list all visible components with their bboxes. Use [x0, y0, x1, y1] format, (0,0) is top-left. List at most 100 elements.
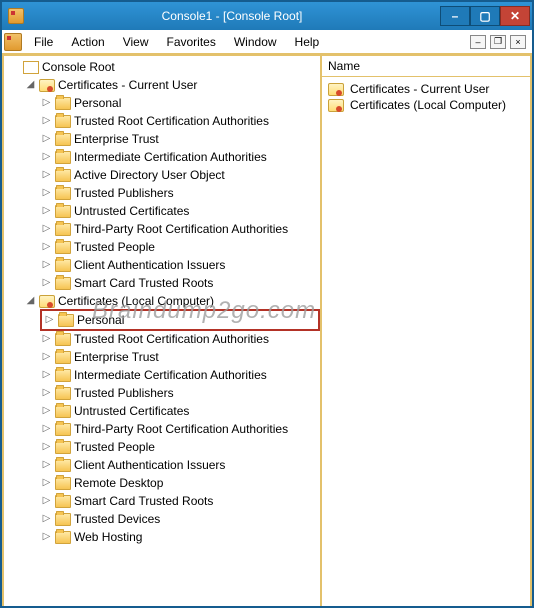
expand-icon[interactable]: ▷ [41, 206, 52, 217]
result-item[interactable]: Certificates - Current User [328, 81, 524, 97]
maximize-button[interactable]: ▢ [470, 6, 500, 26]
tree-folder[interactable]: ▷ Trusted People [40, 238, 320, 256]
collapse-icon[interactable]: ◢ [25, 80, 36, 91]
collapse-icon[interactable]: ◢ [25, 296, 36, 307]
menu-action[interactable]: Action [63, 33, 112, 51]
folder-icon [55, 97, 71, 110]
tree-folder-label: Trusted People [74, 238, 155, 256]
folder-icon [55, 477, 71, 490]
expand-icon[interactable]: ▷ [41, 260, 52, 271]
expand-icon[interactable]: ▷ [41, 532, 52, 543]
menu-window[interactable]: Window [226, 33, 285, 51]
folder-icon [55, 441, 71, 454]
certificate-snapin-icon [328, 99, 344, 112]
child-minimize-button[interactable]: – [470, 35, 486, 49]
child-close-button[interactable]: × [510, 35, 526, 49]
tree-folder[interactable]: ▷Personal [40, 309, 320, 331]
expand-icon[interactable]: ▷ [41, 152, 52, 163]
tree-folder-label: Trusted Devices [74, 510, 160, 528]
tree-snapin[interactable]: ◢Certificates - Current User [24, 76, 320, 94]
tree-folder[interactable]: ▷Intermediate Certification Authorities [40, 366, 320, 384]
folder-icon [55, 115, 71, 128]
tree: ▸ Console Root ◢Certificates - Current U… [6, 58, 320, 546]
console-root-icon [23, 61, 39, 74]
tree-folder[interactable]: ▷Client Authentication Issuers [40, 256, 320, 274]
app-icon [4, 33, 22, 51]
folder-icon [55, 259, 71, 272]
tree-folder[interactable]: ▷Trusted Root Certification Authorities [40, 112, 320, 130]
folder-icon [55, 133, 71, 146]
expand-icon[interactable]: ▷ [41, 442, 52, 453]
tree-folder[interactable]: ▷Web Hosting [40, 528, 320, 546]
expand-icon[interactable]: ▷ [41, 370, 52, 381]
expand-icon[interactable]: ▷ [41, 116, 52, 127]
tree-folder[interactable]: ▷Untrusted Certificates [40, 402, 320, 420]
scope-pane[interactable]: ▸ Console Root ◢Certificates - Current U… [2, 56, 322, 606]
expand-icon[interactable]: ▷ [41, 352, 52, 363]
tree-root[interactable]: ▸ Console Root [8, 58, 320, 76]
result-item[interactable]: Certificates (Local Computer) [328, 97, 524, 113]
expand-icon[interactable]: ▷ [41, 406, 52, 417]
expand-icon[interactable]: ▷ [41, 170, 52, 181]
column-header-name[interactable]: Name [322, 56, 530, 77]
tree-snapin[interactable]: ◢ Certificates (Local Computer) [24, 292, 320, 310]
tree-folder[interactable]: ▷ Client Authentication Issuers [40, 456, 320, 474]
tree-folder-label: Active Directory User Object [74, 166, 225, 184]
folder-icon [55, 169, 71, 182]
expand-icon[interactable]: ▷ [41, 242, 52, 253]
menu-help[interactable]: Help [287, 33, 328, 51]
menu-view[interactable]: View [115, 33, 157, 51]
result-item-label: Certificates (Local Computer) [350, 98, 506, 112]
tree-folder[interactable]: ▷ Trusted People [40, 438, 320, 456]
menu-favorites[interactable]: Favorites [159, 33, 224, 51]
tree-folder[interactable]: ▷ Trusted Publishers [40, 184, 320, 202]
tree-folder[interactable]: ▷ Trusted Devices [40, 510, 320, 528]
tree-folder[interactable]: ▷Untrusted Certificates [40, 202, 320, 220]
tree-root-label: Console Root [42, 58, 115, 76]
tree-folder[interactable]: ▷ Active Directory User Object [40, 166, 320, 184]
expand-icon[interactable]: ▷ [41, 134, 52, 145]
expand-icon[interactable]: ▷ [41, 514, 52, 525]
expand-icon[interactable]: ▷ [41, 496, 52, 507]
tree-folder[interactable]: ▷Enterprise Trust [40, 348, 320, 366]
expand-icon[interactable]: ▷ [41, 224, 52, 235]
tree-folder[interactable]: ▷Trusted Root Certification Authorities [40, 330, 320, 348]
tree-folder-label: Trusted Publishers [74, 184, 174, 202]
tree-folder[interactable]: ▷Enterprise Trust [40, 130, 320, 148]
expand-icon[interactable]: ▷ [41, 98, 52, 109]
result-list: Certificates - Current User Certificates … [322, 77, 530, 117]
expand-icon[interactable]: ▷ [44, 315, 55, 326]
result-item-label: Certificates - Current User [350, 82, 489, 96]
child-restore-button[interactable]: ❐ [490, 35, 506, 49]
expand-icon[interactable]: ▷ [41, 188, 52, 199]
tree-folder-label: Third-Party Root Certification Authoriti… [74, 420, 288, 438]
minimize-button[interactable]: – [440, 6, 470, 26]
folder-icon [55, 241, 71, 254]
tree-folder[interactable]: ▷ Smart Card Trusted Roots [40, 492, 320, 510]
expand-icon[interactable]: ▷ [41, 278, 52, 289]
tree-folder-label: Smart Card Trusted Roots [74, 492, 213, 510]
expand-icon[interactable]: ▷ [41, 460, 52, 471]
expand-icon[interactable]: ▷ [41, 388, 52, 399]
close-button[interactable]: ✕ [500, 6, 530, 26]
tree-folder[interactable]: ▷Personal [40, 94, 320, 112]
tree-folder[interactable]: ▷ Third-Party Root Certification Authorit… [40, 420, 320, 438]
tree-folder-label: Remote Desktop [74, 474, 163, 492]
tree-folder[interactable]: ▷Trusted Publishers [40, 384, 320, 402]
expand-icon[interactable]: ▷ [41, 478, 52, 489]
folder-icon [55, 369, 71, 382]
tree-folder[interactable]: ▷ Remote Desktop [40, 474, 320, 492]
folder-icon [55, 531, 71, 544]
folder-icon [55, 423, 71, 436]
menu-file[interactable]: File [26, 33, 61, 51]
expand-icon[interactable]: ▷ [41, 334, 52, 345]
expand-icon[interactable]: ▷ [41, 424, 52, 435]
tree-folder-label: Intermediate Certification Authorities [74, 148, 267, 166]
tree-snapin-label: Certificates (Local Computer) [58, 292, 214, 310]
tree-folder-label: Client Authentication Issuers [74, 456, 225, 474]
certificate-snapin-icon [39, 79, 55, 92]
tree-folder[interactable]: ▷Smart Card Trusted Roots [40, 274, 320, 292]
tree-folder[interactable]: ▷ Intermediate Certification Authorities [40, 148, 320, 166]
tree-folder[interactable]: ▷Third-Party Root Certification Authorit… [40, 220, 320, 238]
tree-folder-label: Trusted People [74, 438, 155, 456]
